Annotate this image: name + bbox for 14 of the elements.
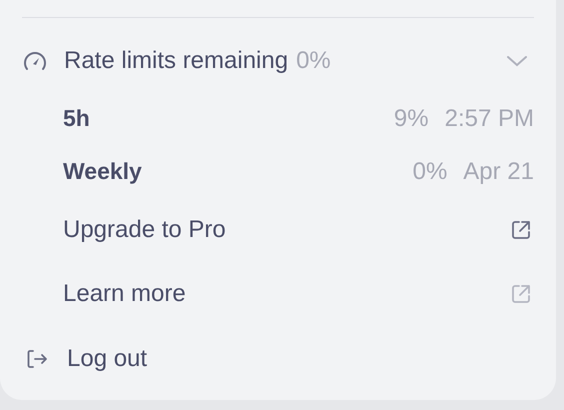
menu-link[interactable]: Upgrade to Pro	[63, 216, 226, 244]
chevron-icon[interactable]	[506, 54, 528, 68]
limit-percent: 9%	[394, 104, 429, 132]
rate-value: 0%	[296, 47, 331, 75]
gauge-icon	[22, 49, 48, 73]
limit-label: Weekly	[63, 158, 142, 185]
limit-label: 5h	[63, 105, 90, 132]
reset-time: 2:57 PM	[444, 104, 534, 132]
menu-item-label[interactable]: Rate limits remaining	[64, 47, 288, 75]
logout-icon	[25, 348, 49, 370]
menu-link[interactable]: Learn more	[63, 280, 186, 308]
logout-item[interactable]: Log out	[67, 345, 148, 373]
limit-percent: 0%	[412, 158, 448, 186]
reset-time: Apr 21	[463, 158, 534, 186]
